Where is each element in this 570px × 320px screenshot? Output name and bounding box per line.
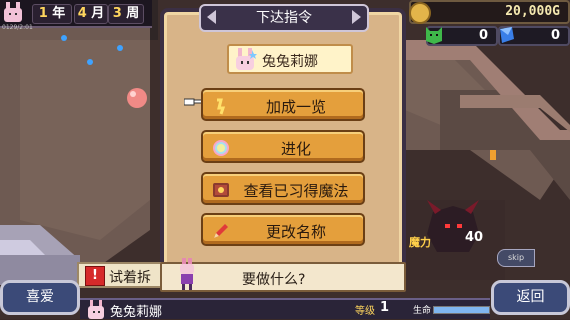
hand-pointer-icon	[184, 98, 202, 106]
blue-resource-counter: 0	[498, 26, 570, 46]
rainbow-icon	[213, 140, 229, 156]
character-status-bar: 兔兔莉娜 等级 1 生命	[80, 298, 490, 320]
prompt-bar: 要做什么?	[160, 258, 406, 292]
hint-box: ! 试着拆	[77, 262, 167, 288]
chain-icon	[217, 98, 226, 115]
alert-icon: !	[85, 266, 105, 286]
level-value: 1	[380, 300, 390, 315]
month-display: 4 月	[74, 4, 108, 24]
coin-icon	[409, 2, 431, 24]
rename-button[interactable]: 更改名称	[201, 213, 365, 246]
left-arrow-icon	[207, 10, 216, 24]
week-display: 3 周	[108, 4, 144, 24]
right-arrow-icon	[352, 10, 361, 24]
magic-tag: 魔力	[409, 236, 431, 249]
panel-title-text: 下达指令	[256, 10, 312, 26]
learned-magic-button[interactable]: 查看已习得魔法	[201, 172, 365, 205]
learned-magic-label: 查看已习得魔法	[243, 182, 349, 200]
green-count: 0	[478, 28, 488, 43]
green-resource-counter: 0	[426, 26, 498, 46]
hp-bar	[433, 306, 490, 314]
character-sprite-icon	[180, 258, 194, 290]
back-button[interactable]: 返回	[491, 280, 570, 315]
skip-button[interactable]: skip	[497, 249, 535, 267]
hp-label: 生命	[413, 306, 432, 316]
blue-count: 0	[550, 28, 560, 43]
prompt-text: 要做什么?	[242, 272, 306, 288]
character-name: 兔兔莉娜	[262, 54, 318, 70]
character-name-box: 兔兔莉娜	[227, 44, 353, 74]
month-value: 4	[77, 6, 87, 21]
rename-label: 更改名称	[265, 223, 326, 241]
level-label: 等级	[355, 306, 375, 317]
rabbit-avatar-icon	[4, 2, 22, 22]
bonus-list-button[interactable]: 加成一览	[201, 88, 365, 121]
monster-level: 40	[465, 230, 484, 245]
evolve-label: 进化	[280, 140, 311, 158]
bunny-avatar-icon	[88, 300, 104, 319]
week-unit: 周	[126, 6, 140, 21]
year-unit: 年	[52, 6, 66, 21]
favorite-button[interactable]: 喜爱	[0, 280, 80, 315]
pencil-icon	[214, 224, 228, 238]
week-value: 3	[112, 6, 122, 21]
status-character-name: 兔兔莉娜	[110, 305, 163, 320]
hint-text: 试着拆	[109, 270, 151, 286]
bonus-list-label: 加成一览	[265, 98, 326, 116]
build-id: 0129/2:01	[2, 24, 33, 31]
evolve-button[interactable]: 进化	[201, 130, 365, 163]
month-unit: 月	[91, 6, 105, 21]
gold-counter: 20,000G	[409, 0, 570, 24]
panel-title: 下达指令	[199, 4, 369, 32]
gold-value: 20,000G	[505, 4, 560, 19]
green-demon-icon	[426, 27, 442, 44]
year-display: 1 年	[32, 4, 72, 24]
spellbook-icon	[213, 183, 229, 197]
hp-bar-fill	[434, 307, 489, 313]
year-value: 1	[38, 6, 48, 21]
bunny-girl-icon	[236, 48, 257, 70]
blue-crystal-icon	[500, 27, 514, 43]
